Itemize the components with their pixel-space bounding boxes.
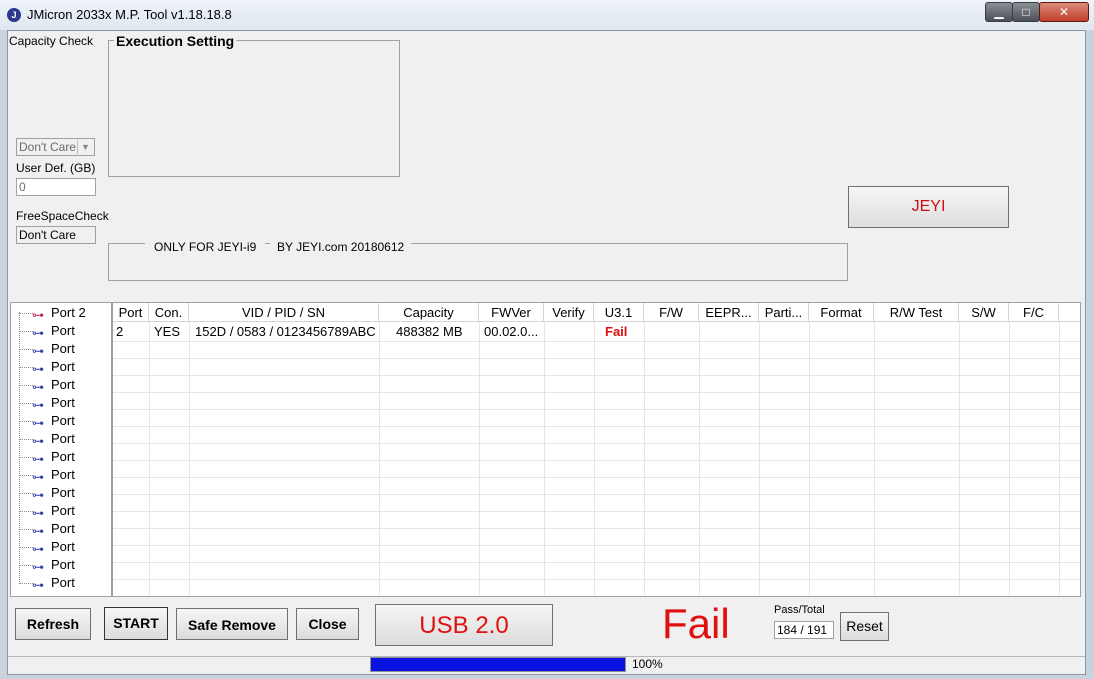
capacity-check-label: Capacity Check: [9, 34, 94, 48]
tree-item-port[interactable]: ⊶ Port: [11, 502, 111, 520]
tree-item-port[interactable]: ⊶ Port: [11, 412, 111, 430]
window-title: JMicron 2033x M.P. Tool v1.18.18.8: [27, 7, 232, 22]
column-header-fw[interactable]: F/W: [644, 303, 699, 322]
column-header-filler: [1059, 303, 1080, 322]
user-def-label: User Def. (GB): [16, 161, 96, 175]
column-header-format[interactable]: Format: [809, 303, 874, 322]
tree-item-port[interactable]: ⊶ Port: [11, 394, 111, 412]
progress-fill: [371, 658, 625, 671]
port-label: Port: [51, 485, 75, 500]
port-label: Port: [51, 377, 75, 392]
column-header-vid[interactable]: VID / PID / SN: [189, 303, 379, 322]
cell-port: 2: [116, 324, 124, 339]
column-header-rw-test[interactable]: R/W Test: [874, 303, 959, 322]
free-space-label: FreeSpaceCheck: [16, 209, 109, 223]
close-button[interactable]: Close: [296, 608, 359, 640]
column-header-fc[interactable]: F/C: [1009, 303, 1059, 322]
user-def-input[interactable]: 0: [16, 178, 96, 196]
info-left-text: ONLY FOR JEYI-i9: [145, 240, 266, 254]
usb-mode-indicator: USB 2.0: [375, 604, 553, 646]
tree-item-port[interactable]: ⊶ Port: [11, 466, 111, 484]
port-label: Port: [51, 395, 75, 410]
port-label: Port: [51, 359, 75, 374]
port-label: Port: [51, 557, 75, 572]
tree-item-port[interactable]: ⊶ Port: [11, 340, 111, 358]
tree-item-port[interactable]: ⊶ Port: [11, 358, 111, 376]
column-header-con[interactable]: Con.: [149, 303, 189, 322]
port-label: Port: [51, 449, 75, 464]
result-status: Fail: [662, 600, 730, 647]
pass-total-value: 184 / 191: [774, 621, 834, 639]
tree-item-port[interactable]: ⊶ Port 2: [11, 304, 111, 322]
pass-total-label: Pass/Total: [774, 604, 825, 616]
column-header-port[interactable]: Port: [113, 303, 149, 322]
port-label: Port: [51, 323, 75, 338]
port-label: Port: [51, 467, 75, 482]
port-label: Port: [51, 521, 75, 536]
tree-item-port[interactable]: ⊶ Port: [11, 376, 111, 394]
column-header-sw[interactable]: S/W: [959, 303, 1009, 322]
tree-item-port[interactable]: ⊶ Port: [11, 448, 111, 466]
free-space-value: Don't Care: [16, 226, 96, 244]
column-header-eeprom[interactable]: EEPR...: [699, 303, 759, 322]
info-right-text: BY JEYI.com 20180612: [270, 240, 412, 254]
tree-item-port[interactable]: ⊶ Port: [11, 430, 111, 448]
jeyi-button[interactable]: JEYI: [848, 186, 1009, 228]
close-window-button[interactable]: ✕: [1039, 2, 1089, 22]
safe-remove-button[interactable]: Safe Remove: [176, 608, 288, 640]
maximize-button[interactable]: □: [1012, 2, 1040, 22]
title-bar: J JMicron 2033x M.P. Tool v1.18.18.8 ▁ □…: [0, 0, 1094, 30]
cell-fwver: 00.02.0...: [484, 324, 539, 339]
column-header-u31[interactable]: U3.1: [594, 303, 644, 322]
port-label: Port: [51, 575, 75, 590]
app-icon: J: [7, 8, 21, 22]
port-label: Port: [51, 503, 75, 518]
capacity-select-value: Don't Care: [19, 140, 76, 154]
execution-setting-title: Execution Setting: [114, 33, 237, 49]
cell-vid: 152D / 0583 / 0123456789ABC: [195, 324, 376, 339]
tree-item-port[interactable]: ⊶ Port: [11, 322, 111, 340]
progress-label: 100%: [632, 657, 663, 671]
cell-con: YES: [154, 324, 181, 339]
tree-item-port[interactable]: ⊶ Port: [11, 574, 111, 592]
refresh-button[interactable]: Refresh: [15, 608, 91, 640]
port-label: Port: [51, 539, 75, 554]
tree-item-port[interactable]: ⊶ Port: [11, 538, 111, 556]
usb-icon: ⊶: [32, 578, 44, 592]
capacity-select[interactable]: Don't Care ▼: [16, 138, 95, 156]
port-label: Port: [51, 431, 75, 446]
column-header-capacity[interactable]: Capacity: [379, 303, 479, 322]
cell-u31-fail: Fail: [605, 324, 628, 339]
execution-setting-group: [108, 40, 400, 177]
port-label: Port: [51, 413, 75, 428]
column-header-verify[interactable]: Verify: [544, 303, 594, 322]
column-header-fwver[interactable]: FWVer: [479, 303, 544, 322]
results-table[interactable]: Port Con. VID / PID / SN Capacity FWVer …: [112, 302, 1081, 597]
progress-bar: [370, 657, 626, 672]
tree-item-port[interactable]: ⊶ Port: [11, 520, 111, 538]
port-label: Port 2: [51, 305, 86, 320]
start-button[interactable]: START: [104, 607, 168, 640]
cell-capacity: 488382 MB: [396, 324, 463, 339]
column-header-partition[interactable]: Parti...: [759, 303, 809, 322]
port-label: Port: [51, 341, 75, 356]
tree-item-port[interactable]: ⊶ Port: [11, 556, 111, 574]
minimize-button[interactable]: ▁: [985, 2, 1013, 22]
tree-item-port[interactable]: ⊶ Port: [11, 484, 111, 502]
reset-button[interactable]: Reset: [840, 612, 889, 641]
chevron-down-icon[interactable]: ▼: [77, 140, 93, 154]
port-tree[interactable]: ⊶ Port 2 ⊶ Port ⊶ Port ⊶ Port ⊶ Port ⊶ Port ⊶ P…: [10, 302, 112, 597]
